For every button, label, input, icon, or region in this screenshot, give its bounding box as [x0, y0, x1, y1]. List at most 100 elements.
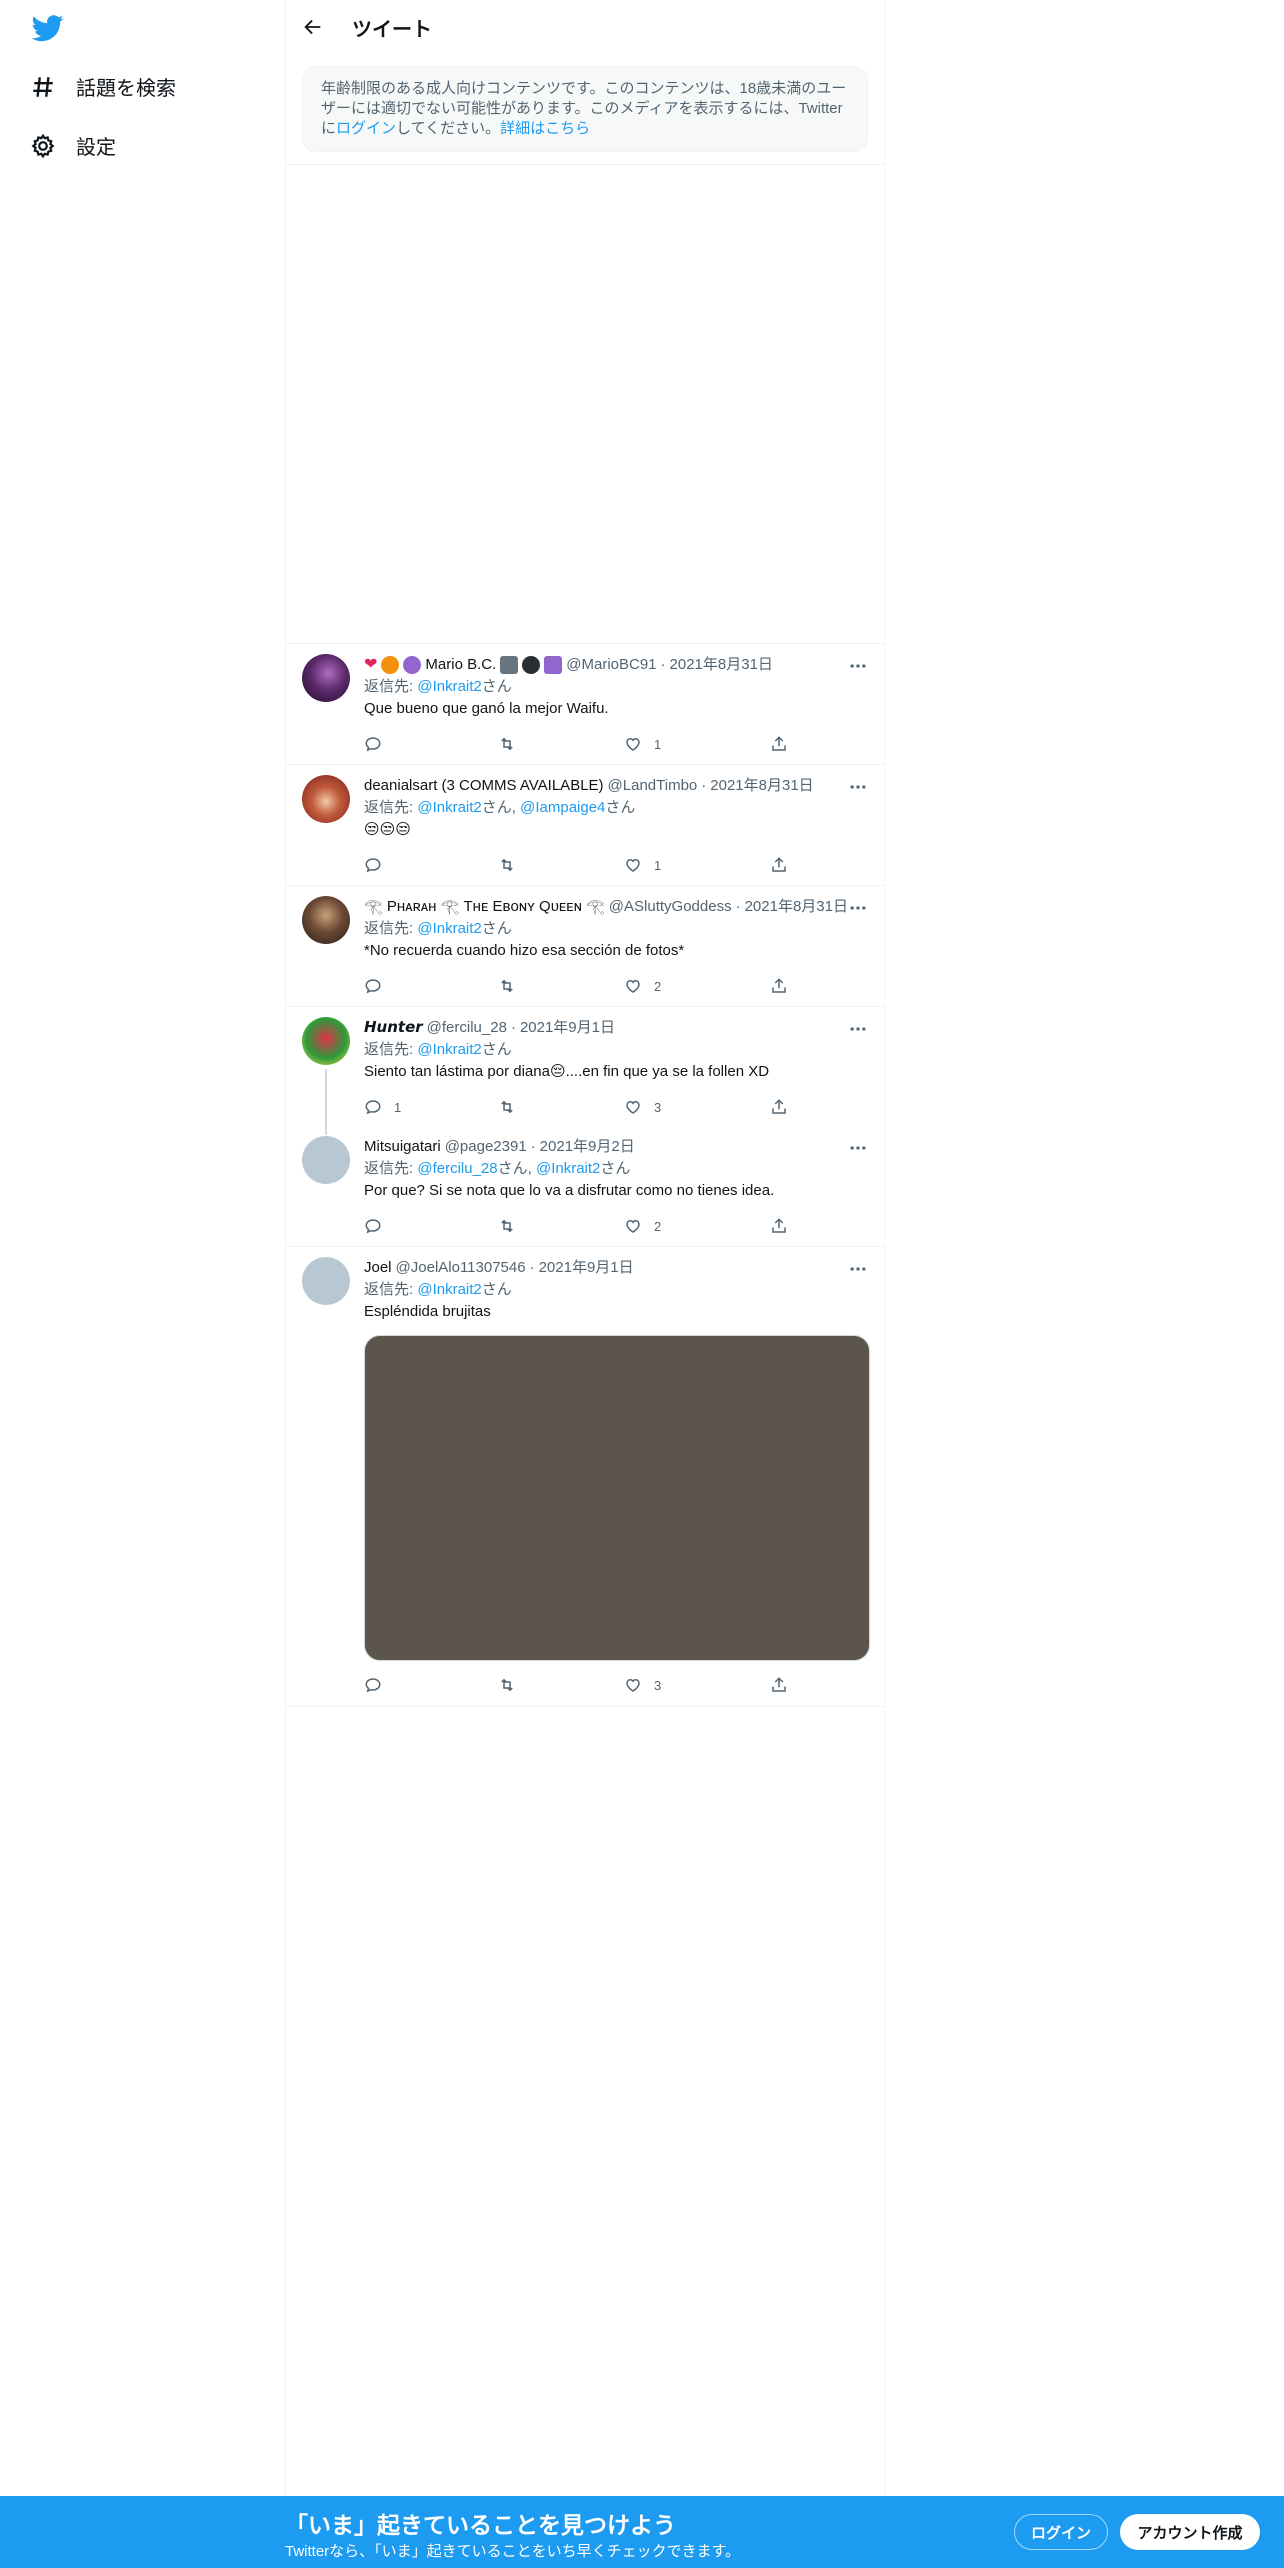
more-options-icon[interactable]	[848, 1259, 868, 1279]
like-button[interactable]: 1	[624, 856, 770, 874]
display-name[interactable]: 𓂀 Pʜᴀʀᴀʜ 𓂀 Tʜᴇ Eʙᴏɴʏ Qᴜᴇᴇɴ 𓂀	[364, 897, 605, 917]
reply-button[interactable]	[364, 856, 498, 874]
tweet-date[interactable]: 2021年9月1日	[539, 1258, 634, 1278]
avatar[interactable]	[302, 896, 350, 944]
retweet-button[interactable]	[498, 1676, 624, 1694]
avatar[interactable]	[302, 1136, 350, 1184]
prompt-title: 「いま」起きていることを見つけよう	[285, 2512, 676, 2538]
nav-item-settings[interactable]: 設定	[30, 131, 116, 160]
tweet-date[interactable]: 2021年8月31日	[745, 897, 848, 917]
reply-tweet[interactable]: deanialsart (3 COMMS AVAILABLE) @LandTim…	[286, 765, 884, 886]
tweet-actions: 1	[364, 841, 868, 887]
main-column: ツイート 年齢制限のある成人向けコンテンツです。このコンテンツは、18歳未満のユ…	[285, 0, 885, 2496]
back-arrow-icon[interactable]	[302, 16, 324, 38]
separator: ·	[735, 898, 741, 915]
more-options-icon[interactable]	[848, 898, 868, 918]
user-handle[interactable]: @fercilu_28	[427, 1018, 507, 1038]
retweet-button[interactable]	[498, 977, 624, 995]
heart-icon	[626, 1100, 640, 1114]
twitter-bird-icon[interactable]	[30, 12, 66, 44]
reply-icon	[365, 1678, 381, 1693]
mention-link[interactable]: @Inkrait2	[417, 1041, 481, 1058]
like-button[interactable]: 2	[624, 1217, 770, 1235]
mention-link[interactable]: @Inkrait2	[417, 678, 481, 695]
fire-emoji-icon	[381, 656, 400, 674]
login-button[interactable]: ログイン	[1014, 2514, 1108, 2550]
sign-emoji-icon	[544, 656, 563, 674]
reply-button[interactable]: 1	[364, 1098, 498, 1116]
display-name[interactable]: 𝙃𝙪𝙣𝙩𝙚𝙧	[364, 1018, 423, 1038]
reply-icon	[365, 737, 381, 752]
more-options-icon[interactable]	[848, 1019, 868, 1039]
reply-tweet[interactable]: ❤ Mario B.C. @MarioBC91 · 2021年8月31日 返信先…	[286, 644, 884, 765]
avatar[interactable]	[302, 1017, 350, 1065]
tweet-header: 𓂀 Pʜᴀʀᴀʜ 𓂀 Tʜᴇ Eʙᴏɴʏ Qᴜᴇᴇɴ 𓂀 @ASluttyGod…	[364, 896, 868, 918]
display-name[interactable]: deanialsart (3 COMMS AVAILABLE)	[364, 776, 604, 796]
tweet-date[interactable]: 2021年9月1日	[520, 1018, 615, 1038]
tweet-date[interactable]: 2021年8月31日	[710, 776, 813, 796]
share-button[interactable]	[770, 856, 788, 874]
more-options-icon[interactable]	[848, 656, 868, 676]
reply-tweet[interactable]: Joel @JoelAlo11307546 · 2021年9月1日 返信先: @…	[286, 1247, 884, 1707]
mention-link[interactable]: @Inkrait2	[536, 1160, 600, 1177]
share-button[interactable]	[770, 1098, 788, 1116]
more-options-icon[interactable]	[848, 1138, 868, 1158]
tweet-header: deanialsart (3 COMMS AVAILABLE) @LandTim…	[364, 775, 868, 797]
reply-tweet[interactable]: 𝙃𝙪𝙣𝙩𝙚𝙧 @fercilu_28 · 2021年9月1日 返信先: @Ink…	[286, 1007, 884, 1135]
login-link[interactable]: ログイン	[336, 120, 396, 137]
user-handle[interactable]: @page2391	[445, 1137, 527, 1157]
like-count: 1	[654, 857, 662, 873]
like-button[interactable]: 3	[624, 1676, 770, 1694]
tweet-header: 𝙃𝙪𝙣𝙩𝙚𝙧 @fercilu_28 · 2021年9月1日	[364, 1017, 868, 1039]
heart-icon	[626, 737, 640, 751]
like-button[interactable]: 2	[624, 977, 770, 995]
signup-button[interactable]: アカウント作成	[1120, 2514, 1260, 2550]
user-handle[interactable]: @LandTimbo	[608, 776, 698, 796]
reply-button[interactable]	[364, 735, 498, 753]
user-handle[interactable]: @JoelAlo11307546	[396, 1258, 526, 1278]
avatar[interactable]	[302, 654, 350, 702]
display-name[interactable]: Joel	[364, 1258, 392, 1278]
more-options-icon[interactable]	[848, 777, 868, 797]
devil-emoji-icon	[403, 656, 422, 674]
share-button[interactable]	[770, 735, 788, 753]
notice-text-after: してください。	[396, 120, 501, 137]
retweet-button[interactable]	[498, 735, 624, 753]
display-name[interactable]: Mitsuigatari	[364, 1137, 441, 1157]
tweet-date[interactable]: 2021年9月2日	[540, 1137, 635, 1157]
display-name[interactable]: Mario B.C.	[425, 655, 496, 675]
retweet-icon	[501, 1678, 513, 1692]
details-link[interactable]: 詳細はこちら	[500, 120, 590, 137]
nav-item-explore[interactable]: 話題を検索	[30, 72, 176, 101]
separator: ·	[660, 656, 666, 673]
user-handle[interactable]: @ASluttyGoddess	[609, 897, 732, 917]
retweet-button[interactable]	[498, 1098, 624, 1116]
user-handle[interactable]: @MarioBC91	[566, 655, 656, 675]
reply-button[interactable]	[364, 1676, 498, 1694]
share-button[interactable]	[770, 977, 788, 995]
mention-link[interactable]: @Iampaige4	[520, 799, 605, 816]
reply-button[interactable]	[364, 977, 498, 995]
like-button[interactable]: 1	[624, 735, 770, 753]
tweet-media[interactable]	[364, 1335, 870, 1661]
mention-link[interactable]: @fercilu_28	[417, 1160, 497, 1177]
mention-link[interactable]: @Inkrait2	[417, 799, 481, 816]
tweet-actions: 1	[364, 720, 868, 766]
retweet-button[interactable]	[498, 856, 624, 874]
avatar[interactable]	[302, 1257, 350, 1305]
avatar[interactable]	[302, 775, 350, 823]
honorific: さん	[481, 1281, 512, 1298]
reply-button[interactable]	[364, 1217, 498, 1235]
mention-link[interactable]: @Inkrait2	[417, 1281, 481, 1298]
separator: ,	[511, 799, 521, 816]
reply-tweet[interactable]: 𓂀 Pʜᴀʀᴀʜ 𓂀 Tʜᴇ Eʙᴏɴʏ Qᴜᴇᴇɴ 𓂀 @ASluttyGod…	[286, 886, 884, 1007]
mention-link[interactable]: @Inkrait2	[417, 920, 481, 937]
share-button[interactable]	[770, 1676, 788, 1694]
share-button[interactable]	[770, 1217, 788, 1235]
tweet-date[interactable]: 2021年8月31日	[670, 655, 773, 675]
reply-tweet[interactable]: Mitsuigatari @page2391 · 2021年9月2日 返信先: …	[286, 1126, 884, 1247]
like-button[interactable]: 3	[624, 1098, 770, 1116]
retweet-button[interactable]	[498, 1217, 624, 1235]
tweet-text: Siento tan lástima por diana😔....en fin …	[364, 1063, 770, 1080]
reply-context: 返信先: @Inkrait2さん, @Iampaige4さん	[364, 797, 868, 819]
